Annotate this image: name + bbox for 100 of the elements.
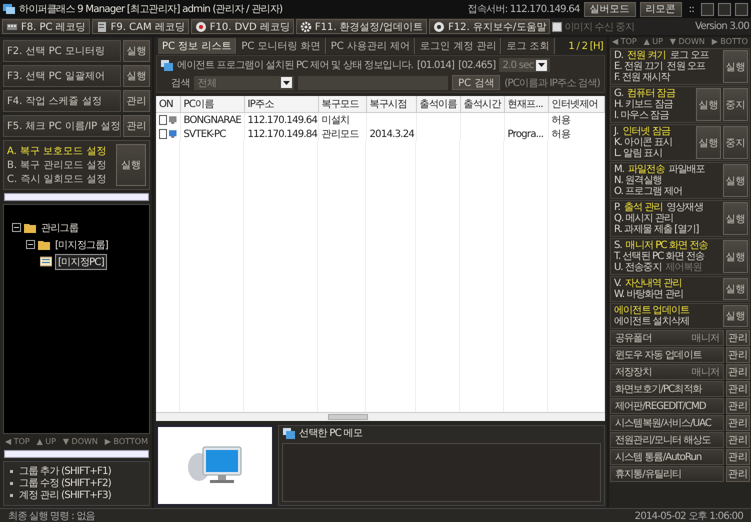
- command-button[interactable]: 실행: [723, 202, 748, 235]
- run-button[interactable]: 관리: [123, 115, 150, 137]
- command-label[interactable]: S.: [614, 240, 622, 251]
- search-button[interactable]: PC 검색: [452, 75, 500, 90]
- tool-button[interactable]: 윈도우 자동 업데이트: [610, 347, 724, 363]
- command-button[interactable]: 중지: [723, 126, 748, 159]
- command-label[interactable]: P.: [614, 202, 620, 213]
- tool-button[interactable]: 전원관리/모니터 해상도: [610, 432, 724, 448]
- command-label[interactable]: R. 과제물 제출 [열기]: [614, 224, 699, 235]
- command-label[interactable]: 영상재생: [666, 202, 703, 213]
- command-label[interactable]: 컴퓨터 잠금: [627, 88, 675, 99]
- command-label[interactable]: L. 알림 표시: [614, 148, 662, 159]
- nav-link[interactable]: ▼ DOWN: [62, 437, 98, 447]
- command-label[interactable]: 전원 오프: [666, 61, 706, 72]
- manage-button[interactable]: 관리: [726, 398, 750, 414]
- command-label[interactable]: G.: [614, 88, 624, 99]
- column-header[interactable]: 출석시간: [460, 96, 504, 112]
- command-label[interactable]: U. 전송중지: [614, 262, 662, 273]
- command-button[interactable]: 실행: [723, 50, 748, 83]
- command-label[interactable]: 파일배포: [668, 164, 705, 175]
- command-label[interactable]: 매니저 PC 화면 전송: [626, 240, 708, 251]
- column-header[interactable]: PC이름: [180, 96, 244, 112]
- command-label[interactable]: O. 프로그램 제어: [614, 186, 682, 197]
- tree-item[interactable]: [미지정PC]: [55, 254, 107, 270]
- column-header[interactable]: IP주소: [244, 96, 318, 112]
- command-label[interactable]: I. 마우스 잠금: [614, 110, 668, 121]
- manage-button[interactable]: 관리: [726, 449, 750, 465]
- recovery-option[interactable]: B. 복구 관리모드 설정: [7, 158, 114, 172]
- grip-handle[interactable]: ::: [686, 4, 697, 14]
- expander-icon[interactable]: [26, 240, 35, 249]
- nav-link[interactable]: ◀ TOP: [612, 37, 637, 47]
- command-label[interactable]: D.: [614, 50, 624, 61]
- row-checkbox[interactable]: [159, 129, 167, 139]
- horizontal-scrollbar[interactable]: [156, 412, 605, 421]
- command-label[interactable]: 로그 오프: [670, 50, 708, 61]
- tree-item[interactable]: [미지정그룹]: [53, 238, 110, 252]
- command-label[interactable]: E. 전원 끄기: [614, 61, 663, 72]
- recovery-option[interactable]: C. 즉시 일회모드 설정: [7, 172, 114, 186]
- command-label[interactable]: H. 키보드 잠금: [614, 99, 673, 110]
- tree-item[interactable]: 관리그룹: [39, 220, 80, 234]
- nav-link[interactable]: ◀ TOP: [5, 437, 30, 447]
- tool-button[interactable]: 공유폴더 매니저: [610, 330, 724, 346]
- column-header[interactable]: ON: [156, 96, 180, 112]
- nav-link[interactable]: ▲ UP: [644, 37, 663, 47]
- tab[interactable]: PC 정보 리스트: [158, 38, 236, 54]
- tool-button[interactable]: 시스템 통륨/AutoRun: [610, 449, 724, 465]
- command-label[interactable]: F. 전원 재시작: [614, 72, 670, 83]
- tool-button[interactable]: 제어판/REGEDIT/CMD: [610, 398, 724, 414]
- action-button[interactable]: F5. 체크 PC 이름/IP 설정: [3, 115, 121, 137]
- column-header[interactable]: 출석이름: [416, 96, 460, 112]
- tool-button[interactable]: 휴지통/유틸리티: [610, 466, 724, 482]
- mode-button[interactable]: 실버모드: [584, 2, 636, 16]
- command-label[interactable]: Q. 메시지 관리: [614, 213, 674, 224]
- command-label[interactable]: 자산내역 관리: [624, 278, 682, 289]
- command-label[interactable]: N. 원격실행: [614, 175, 662, 186]
- row-checkbox[interactable]: [159, 115, 167, 125]
- tool-button[interactable]: 시스템복원/서비스/UAC: [610, 415, 724, 431]
- menu-item[interactable]: 계정 관리 (SHIFT+F3): [19, 490, 111, 501]
- column-header[interactable]: 복구모드: [318, 96, 366, 112]
- command-label[interactable]: T. 선택된 PC 화면 전송: [614, 251, 704, 262]
- toolbar-button[interactable]: F11. 환경설정/업데이트: [296, 19, 428, 34]
- run-button[interactable]: 실행: [123, 65, 150, 87]
- nav-link[interactable]: ▶ BOTTO: [712, 37, 748, 47]
- run-button[interactable]: 실행: [123, 40, 150, 62]
- toolbar-button[interactable]: F8. PC 레코딩: [2, 19, 90, 34]
- command-button[interactable]: 실행: [696, 126, 721, 159]
- run-button[interactable]: 관리: [123, 90, 150, 112]
- command-button[interactable]: 실행: [723, 278, 748, 300]
- recovery-option[interactable]: A. 복구 보호모드 설정: [7, 144, 114, 158]
- manage-button[interactable]: 관리: [726, 415, 750, 431]
- toolbar-button[interactable]: F9. CAM 레코딩: [92, 19, 189, 34]
- nav-link[interactable]: ▲ UP: [36, 437, 56, 447]
- menu-item[interactable]: 그룹 추가 (SHIFT+F1): [19, 466, 111, 477]
- tool-button[interactable]: 화면보호기/PC최적화: [610, 381, 724, 397]
- command-label[interactable]: 파일전송: [628, 164, 664, 175]
- column-header[interactable]: 현재프...: [504, 96, 548, 112]
- mode-button[interactable]: 리모콘: [640, 2, 682, 16]
- tab[interactable]: PC 모니터링 화면: [237, 38, 326, 54]
- column-header[interactable]: 인터넷제어: [548, 96, 604, 112]
- expander-icon[interactable]: [12, 223, 21, 232]
- scrollbar[interactable]: [4, 450, 149, 458]
- command-label[interactable]: V.: [614, 278, 621, 289]
- manage-button[interactable]: 관리: [726, 432, 750, 448]
- menu-item[interactable]: 그룹 수정 (SHIFT+F2): [19, 478, 111, 489]
- command-label[interactable]: K. 아이콘 표시: [614, 137, 672, 148]
- command-label[interactable]: J.: [614, 126, 618, 137]
- command-button[interactable]: 실행: [723, 305, 748, 327]
- action-button[interactable]: F2. 선택 PC 모니터링: [3, 40, 121, 62]
- column-header[interactable]: 복구시점: [366, 96, 416, 112]
- memo-field[interactable]: [282, 443, 601, 502]
- tab[interactable]: PC 사용관리 제어: [326, 38, 416, 54]
- command-label[interactable]: W. 바탕화면 관리: [614, 289, 684, 300]
- command-label[interactable]: M.: [614, 164, 624, 175]
- command-button[interactable]: 실행: [723, 240, 748, 273]
- manage-button[interactable]: 관리: [726, 364, 750, 380]
- command-button[interactable]: 실행: [696, 88, 721, 121]
- command-label[interactable]: 출석 관리: [624, 202, 663, 213]
- nav-link[interactable]: ▶ BOTTOM: [104, 437, 148, 447]
- manage-button[interactable]: 관리: [726, 347, 750, 363]
- command-label[interactable]: 인터넷 잠금: [622, 126, 670, 137]
